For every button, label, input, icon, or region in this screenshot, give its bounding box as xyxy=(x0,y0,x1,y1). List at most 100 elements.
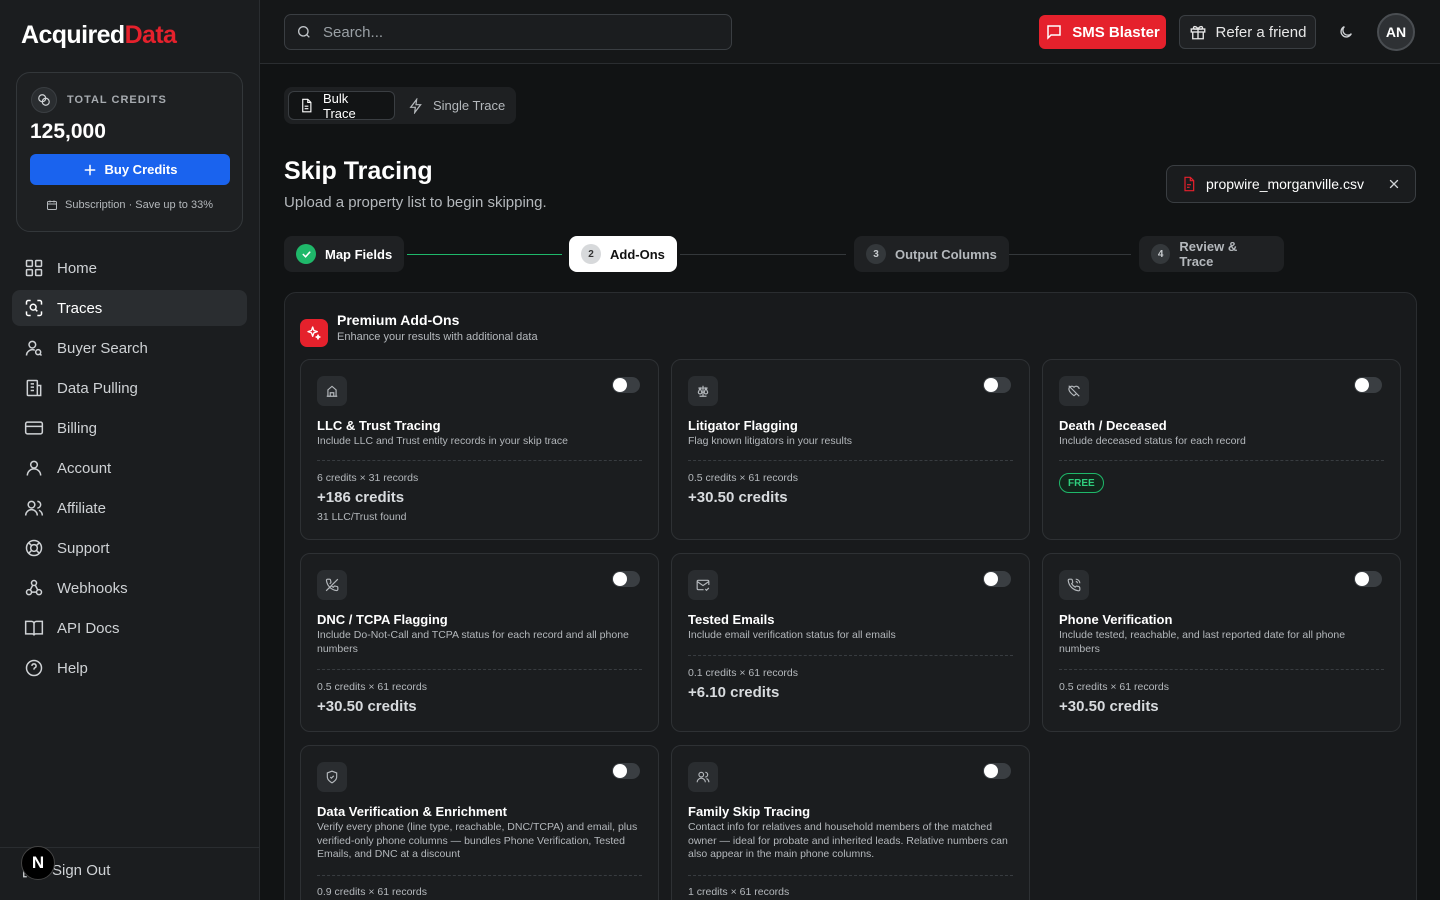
step-map-fields[interactable]: Map Fields xyxy=(284,236,405,272)
addon-rate: 0.5 credits × 61 records xyxy=(317,681,428,693)
sidebar-item-api-docs[interactable]: API Docs xyxy=(12,610,247,646)
sidebar-item-label: Home xyxy=(57,259,98,277)
addon-toggle[interactable] xyxy=(983,571,1011,587)
subscription-text: Subscription · Save up to 33% xyxy=(65,199,213,211)
addon-toggle[interactable] xyxy=(612,377,640,393)
step-add-ons[interactable]: 2 Add-Ons xyxy=(569,236,677,272)
credits-label: TOTAL CREDITS xyxy=(67,94,167,106)
addon-rate: 0.1 credits × 61 records xyxy=(688,667,799,679)
sidebar-item-label: Affiliate xyxy=(57,499,106,517)
addon-title: Litigator Flagging xyxy=(688,418,798,433)
coins-icon xyxy=(31,87,57,113)
sidebar-item-label: Support xyxy=(57,539,110,557)
search-box[interactable] xyxy=(284,14,732,50)
tab-label: Bulk Trace xyxy=(323,90,356,121)
tab-label: Single Trace xyxy=(433,98,506,113)
addon-title: Data Verification & Enrichment xyxy=(317,804,507,819)
step-number: 4 xyxy=(1151,244,1171,264)
brand-name-accent: Data xyxy=(124,21,177,49)
credits-card: TOTAL CREDITS 125,000 Buy Credits Subscr… xyxy=(16,72,243,232)
sidebar: AcquiredData TOTAL CREDITS 125,000 Buy C… xyxy=(0,0,260,900)
sidebar-item-billing[interactable]: Billing xyxy=(12,410,247,446)
addon-description: Include email verification status for al… xyxy=(688,629,896,641)
sidebar-item-home[interactable]: Home xyxy=(12,250,247,286)
sidebar-item-data-pulling[interactable]: Data Pulling xyxy=(12,370,247,406)
addon-cost: +6.10 credits xyxy=(688,684,780,701)
addon-toggle[interactable] xyxy=(983,377,1011,393)
heart-off-icon xyxy=(1059,376,1089,406)
credit-card-icon xyxy=(24,418,44,438)
addon-card-family-skip-tracing[interactable]: Family Skip Tracing Contact info for rel… xyxy=(671,745,1030,900)
divider xyxy=(688,655,1013,656)
sidebar-item-support[interactable]: Support xyxy=(12,530,247,566)
addon-card-dnc-tcpa[interactable]: DNC / TCPA Flagging Include Do-Not-Call … xyxy=(300,553,659,732)
addon-title: Phone Verification xyxy=(1059,612,1173,627)
sidebar-item-affiliate[interactable]: Affiliate xyxy=(12,490,247,526)
step-review-trace[interactable]: 4 Review & Trace xyxy=(1139,236,1284,272)
sms-blaster-button[interactable]: SMS Blaster xyxy=(1039,15,1166,49)
sidebar-item-buyer-search[interactable]: Buyer Search xyxy=(12,330,247,366)
sidebar-item-help[interactable]: Help xyxy=(12,650,247,686)
addon-card-data-verification[interactable]: Data Verification & Enrichment Verify ev… xyxy=(300,745,659,900)
addon-title: Death / Deceased xyxy=(1059,418,1167,433)
sidebar-item-label: Account xyxy=(57,459,112,477)
addon-card-litigator[interactable]: Litigator Flagging Flag known litigators… xyxy=(671,359,1030,540)
sidebar-nav: Home Traces Buyer Search Data Pulling Bi… xyxy=(12,250,247,690)
page-title: Skip Tracing xyxy=(284,157,433,185)
step-number: 3 xyxy=(866,244,886,264)
addon-card-llc-trust[interactable]: LLC & Trust Tracing Include LLC and Trus… xyxy=(300,359,659,540)
scale-icon xyxy=(688,376,718,406)
sidebar-item-label: Data Pulling xyxy=(57,379,138,397)
sidebar-item-label: Traces xyxy=(57,299,103,317)
addon-card-deceased[interactable]: Death / Deceased Include deceased status… xyxy=(1042,359,1401,540)
book-icon xyxy=(24,618,44,638)
tab-bulk-trace[interactable]: Bulk Trace xyxy=(288,90,395,121)
mail-check-icon xyxy=(688,570,718,600)
step-output-columns[interactable]: 3 Output Columns xyxy=(854,236,1009,272)
buy-credits-label: Buy Credits xyxy=(104,162,178,177)
addon-rate: 0.5 credits × 61 records xyxy=(1059,681,1170,693)
sidebar-item-webhooks[interactable]: Webhooks xyxy=(12,570,247,606)
step-connector xyxy=(1008,254,1131,255)
lifebuoy-icon xyxy=(24,538,44,558)
step-number: 2 xyxy=(581,244,601,264)
addon-title: Family Skip Tracing xyxy=(688,804,811,819)
building-icon xyxy=(24,378,44,398)
avatar[interactable]: AN xyxy=(1377,13,1415,51)
sidebar-item-traces[interactable]: Traces xyxy=(12,290,247,326)
divider xyxy=(688,875,1013,876)
user-search-icon xyxy=(24,338,44,358)
uploaded-file-chip: propwire_morganville.csv xyxy=(1166,165,1416,203)
theme-toggle-button[interactable] xyxy=(1334,20,1358,44)
divider xyxy=(1059,669,1384,670)
addon-card-phone-verification[interactable]: Phone Verification Include tested, reach… xyxy=(1042,553,1401,732)
sidebar-item-label: Webhooks xyxy=(57,579,128,597)
addon-toggle[interactable] xyxy=(1354,571,1382,587)
refer-friend-label: Refer a friend xyxy=(1215,23,1307,41)
addon-card-tested-emails[interactable]: Tested Emails Include email verification… xyxy=(671,553,1030,732)
sidebar-item-account[interactable]: Account xyxy=(12,450,247,486)
dev-badge[interactable]: N xyxy=(21,846,55,880)
remove-file-icon[interactable] xyxy=(1387,177,1401,191)
brand-logo[interactable]: AcquiredData xyxy=(21,21,177,50)
subscription-link[interactable]: Subscription · Save up to 33% xyxy=(17,199,242,211)
addon-description: Verify every phone (line type, reachable… xyxy=(317,821,638,860)
tab-single-trace[interactable]: Single Trace xyxy=(398,91,515,120)
addon-toggle[interactable] xyxy=(983,763,1011,779)
addon-toggle[interactable] xyxy=(1354,377,1382,393)
search-input[interactable] xyxy=(323,23,703,41)
divider xyxy=(317,669,642,670)
addon-title: DNC / TCPA Flagging xyxy=(317,612,448,627)
addon-toggle[interactable] xyxy=(612,763,640,779)
refer-friend-button[interactable]: Refer a friend xyxy=(1179,15,1316,49)
help-icon xyxy=(24,658,44,678)
step-connector xyxy=(407,254,562,255)
wizard-stepper: Map Fields 2 Add-Ons 3 Output Columns 4 … xyxy=(284,236,1284,272)
page-subtitle: Upload a property list to begin skipping… xyxy=(284,194,547,211)
addon-cost: +30.50 credits xyxy=(317,698,417,715)
addon-toggle[interactable] xyxy=(612,571,640,587)
topbar: SMS Blaster Refer a friend AN xyxy=(260,0,1440,64)
addon-cost: +30.50 credits xyxy=(688,489,788,506)
buy-credits-button[interactable]: Buy Credits xyxy=(30,154,230,185)
webhook-icon xyxy=(24,578,44,598)
